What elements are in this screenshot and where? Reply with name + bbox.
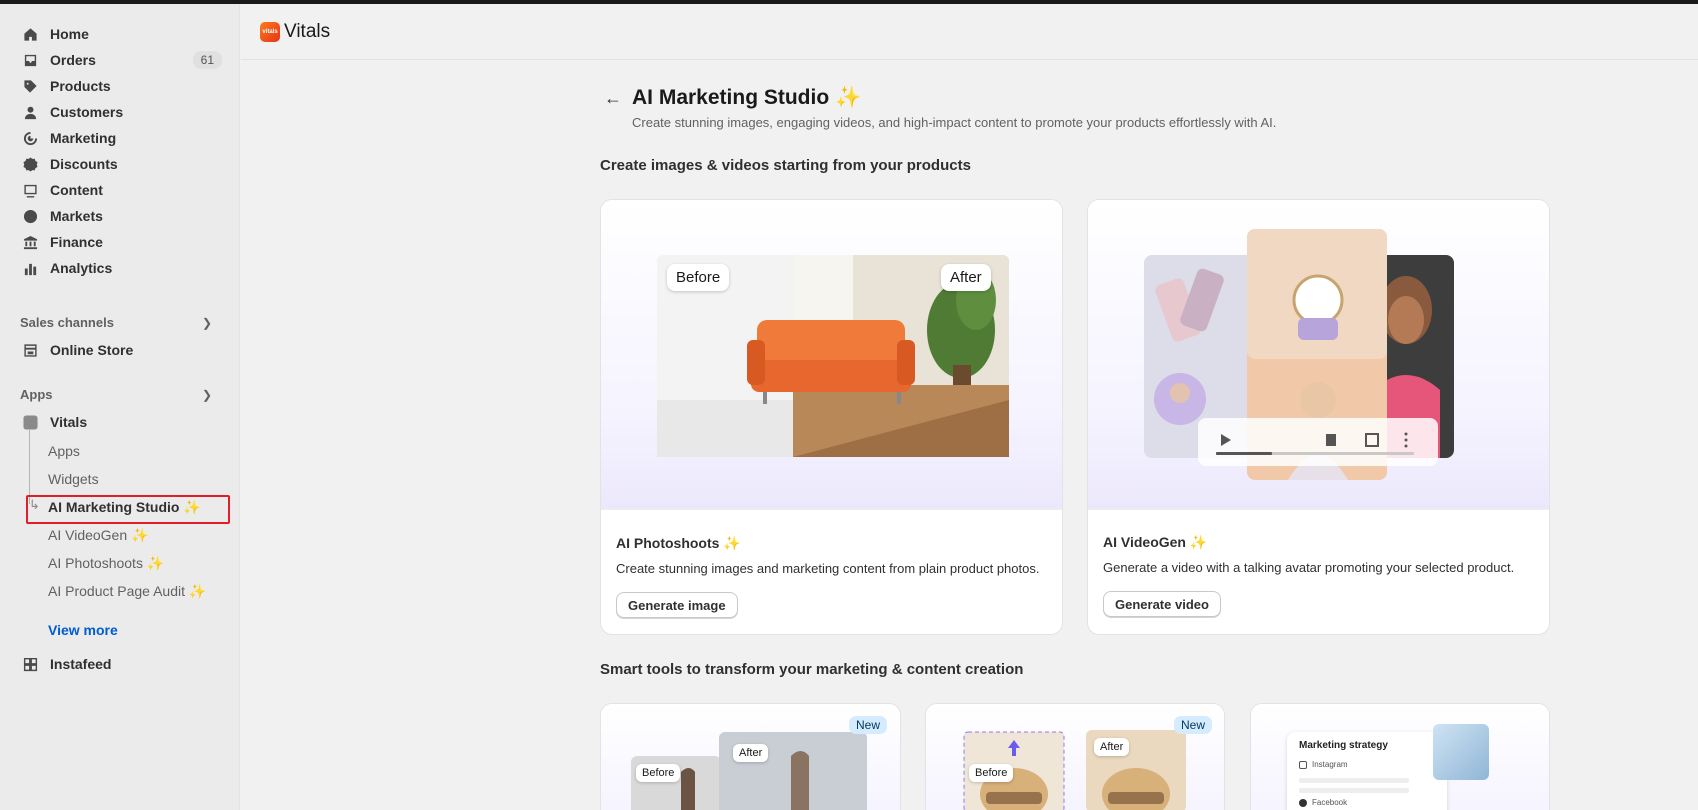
marketing-strategy-heading: Marketing strategy bbox=[1299, 740, 1388, 751]
nav-analytics[interactable]: Analytics bbox=[12, 255, 228, 281]
tool-card-1-preview: New Before After bbox=[601, 704, 900, 810]
vitals-app-icon bbox=[22, 414, 38, 430]
nav-analytics-label: Analytics bbox=[50, 260, 113, 276]
app-header: vitals Vitals bbox=[241, 4, 1698, 60]
instagram-row: Instagram bbox=[1299, 760, 1348, 769]
product-thumbnail bbox=[1433, 724, 1489, 780]
nav-online-store-label: Online Store bbox=[50, 342, 134, 358]
nav-instafeed[interactable]: Instafeed bbox=[12, 651, 228, 677]
nav-discounts-label: Discounts bbox=[50, 156, 118, 172]
vitals-sub-ai-product-page-audit[interactable]: AI Product Page Audit ✨ bbox=[48, 583, 206, 600]
page-title: AI Marketing Studio ✨ bbox=[632, 86, 862, 109]
ai-videogen-card: AI VideoGen ✨ Generate a video with a ta… bbox=[1087, 199, 1550, 635]
page-subtitle: Create stunning images, engaging videos,… bbox=[632, 115, 1277, 130]
after-label: After bbox=[941, 264, 991, 291]
sofa-before-after-image bbox=[657, 255, 1009, 457]
tool-card-3[interactable]: Marketing strategy Instagram Facebook bbox=[1250, 703, 1550, 810]
ai-photoshoots-preview: Before After bbox=[601, 200, 1062, 510]
before-label: Before bbox=[667, 264, 730, 291]
grid-icon bbox=[22, 656, 38, 672]
tool-card-2[interactable]: New Before After bbox=[925, 703, 1225, 810]
nav-orders-label: Orders bbox=[50, 52, 96, 68]
placeholder-line bbox=[1299, 788, 1409, 793]
nav-instafeed-label: Instafeed bbox=[50, 656, 112, 672]
nav-markets-label: Markets bbox=[50, 208, 103, 224]
home-icon bbox=[22, 26, 38, 42]
discount-icon bbox=[22, 156, 38, 172]
nav-marketing[interactable]: Marketing bbox=[12, 125, 228, 151]
person-icon bbox=[22, 104, 38, 120]
nav-content-label: Content bbox=[50, 182, 103, 198]
nav-online-store[interactable]: Online Store bbox=[12, 337, 228, 363]
nav-finance-label: Finance bbox=[50, 234, 103, 250]
tree-line bbox=[29, 430, 30, 504]
ai-videogen-title: AI VideoGen ✨ bbox=[1103, 534, 1208, 550]
vitals-sub-ai-videogen[interactable]: AI VideoGen ✨ bbox=[48, 527, 148, 544]
nav-discounts[interactable]: Discounts bbox=[12, 151, 228, 177]
section-smart-tools-title: Smart tools to transform your marketing … bbox=[600, 661, 1024, 678]
tool-2-after-label: After bbox=[1094, 738, 1130, 756]
nav-vitals-label: Vitals bbox=[50, 414, 88, 430]
tool-2-new-badge: New bbox=[1174, 716, 1213, 734]
orders-count-badge: 61 bbox=[192, 51, 222, 69]
tool-card-1[interactable]: New Before After bbox=[600, 703, 901, 810]
facebook-label: Facebook bbox=[1312, 798, 1348, 807]
instagram-label: Instagram bbox=[1312, 760, 1348, 769]
inbox-icon bbox=[22, 52, 38, 68]
nav-content[interactable]: Content bbox=[12, 177, 228, 203]
content-icon bbox=[22, 182, 38, 198]
placeholder-line bbox=[1299, 778, 1409, 783]
bar-chart-icon bbox=[22, 260, 38, 276]
facebook-icon bbox=[1299, 798, 1307, 807]
facebook-row: Facebook bbox=[1299, 798, 1347, 807]
sales-channels-chevron-icon[interactable]: ❯ bbox=[202, 316, 212, 330]
vitals-sub-widgets[interactable]: Widgets bbox=[48, 471, 99, 487]
tool-card-3-preview: Marketing strategy Instagram Facebook bbox=[1251, 704, 1549, 810]
vitals-logo: vitals bbox=[260, 21, 280, 42]
apps-label: Apps bbox=[20, 387, 53, 402]
store-icon bbox=[22, 342, 38, 358]
active-item-highlight bbox=[26, 495, 230, 524]
bank-icon bbox=[22, 234, 38, 250]
vitals-sub-ai-photoshoots[interactable]: AI Photoshoots ✨ bbox=[48, 555, 164, 572]
nav-customers[interactable]: Customers bbox=[12, 99, 228, 125]
tag-icon bbox=[22, 78, 38, 94]
tool-card-2-preview: New Before After bbox=[926, 704, 1224, 810]
sales-channels-label: Sales channels bbox=[20, 315, 114, 330]
nav-marketing-label: Marketing bbox=[50, 130, 117, 146]
tool-1-new-badge: New bbox=[849, 716, 888, 734]
tool-1-after-label: After bbox=[733, 744, 769, 762]
tool-2-before-label: Before bbox=[969, 764, 1014, 782]
ai-videogen-desc: Generate a video with a talking avatar p… bbox=[1103, 560, 1515, 575]
nav-finance[interactable]: Finance bbox=[12, 229, 228, 255]
nav-orders[interactable]: Orders 61 bbox=[12, 47, 228, 73]
nav-markets[interactable]: Markets bbox=[12, 203, 228, 229]
video-collage-image bbox=[1144, 229, 1454, 480]
nav-products-label: Products bbox=[50, 78, 111, 94]
generate-image-button[interactable]: Generate image bbox=[616, 592, 738, 618]
target-icon bbox=[22, 130, 38, 146]
ai-photoshoots-title: AI Photoshoots ✨ bbox=[616, 535, 741, 551]
app-name: Vitals bbox=[284, 20, 331, 42]
ai-photoshoots-card: Before After AI Photoshoots ✨ Create stu… bbox=[600, 199, 1063, 635]
tool-1-before-label: Before bbox=[636, 764, 681, 782]
nav-home[interactable]: Home bbox=[12, 21, 228, 47]
globe-icon bbox=[22, 208, 38, 224]
section-create-title: Create images & videos starting from you… bbox=[600, 157, 971, 174]
sidebar: Home Orders 61 Products Customers Market… bbox=[0, 4, 240, 810]
view-more-link[interactable]: View more bbox=[48, 622, 118, 638]
back-arrow-icon[interactable]: ← bbox=[604, 88, 622, 109]
ai-photoshoots-desc: Create stunning images and marketing con… bbox=[616, 561, 1040, 576]
nav-vitals[interactable]: Vitals bbox=[12, 409, 228, 435]
vitals-sub-apps[interactable]: Apps bbox=[48, 443, 80, 459]
ai-videogen-preview bbox=[1088, 200, 1549, 510]
apps-chevron-icon[interactable]: ❯ bbox=[202, 388, 212, 402]
nav-products[interactable]: Products bbox=[12, 73, 228, 99]
nav-home-label: Home bbox=[50, 26, 89, 42]
instagram-icon bbox=[1299, 760, 1307, 769]
generate-video-button[interactable]: Generate video bbox=[1103, 591, 1221, 617]
marketing-strategy-panel: Marketing strategy Instagram Facebook bbox=[1287, 732, 1447, 810]
nav-customers-label: Customers bbox=[50, 104, 124, 120]
